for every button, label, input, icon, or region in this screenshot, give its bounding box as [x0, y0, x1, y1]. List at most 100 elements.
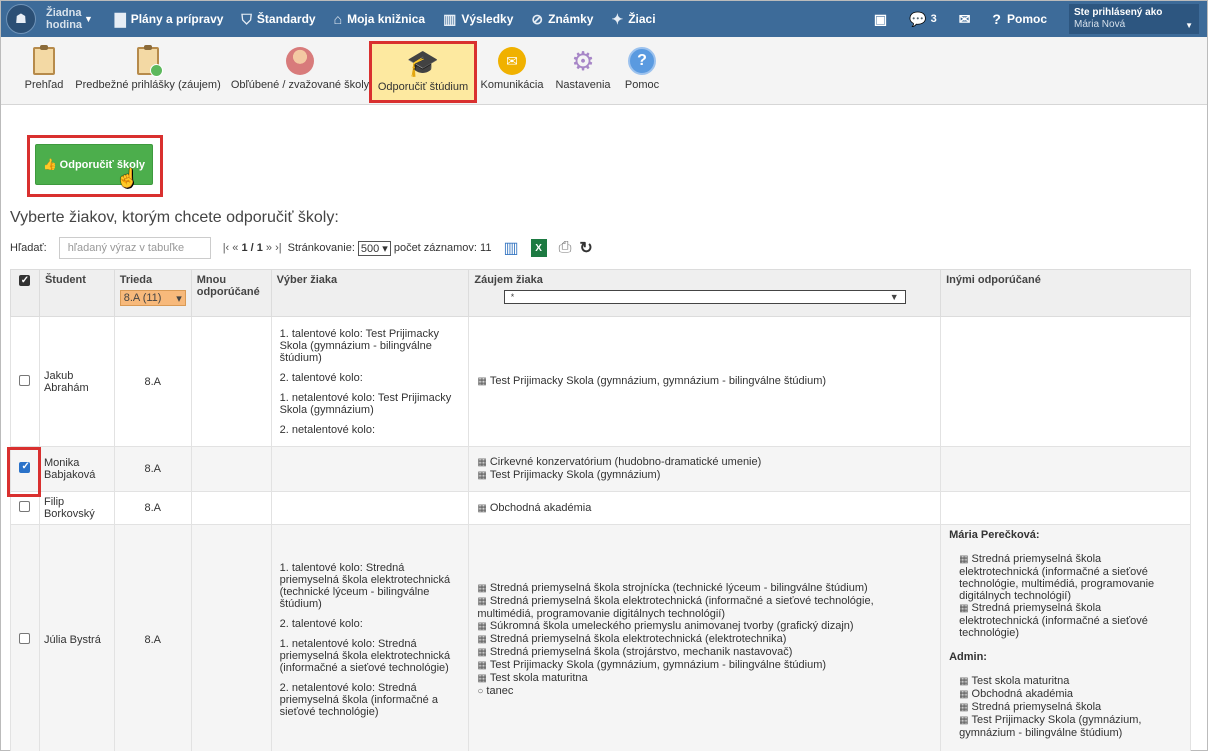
column-student-choice[interactable]: Výber žiaka	[270, 269, 470, 317]
chat-icon: 💬	[909, 10, 927, 27]
row-checkbox[interactable]	[19, 374, 31, 386]
hour-selector[interactable]: Žiadna hodina	[46, 7, 82, 31]
class-filter-select[interactable]: 8.A (11) ▾	[119, 290, 186, 306]
toolbar-label: Komunikácia	[480, 79, 544, 91]
interest-item: ▦ Stredná priemyselná škola strojnícka (t…	[477, 582, 932, 595]
chevron-down-icon: ▼	[1185, 21, 1193, 30]
user-tools: ▣ 💬 3 ✉ ? Pomoc Ste prihlásený ako Mária N…	[874, 1, 1207, 37]
help-circle-icon: ?	[628, 47, 656, 75]
building-icon: ▦	[959, 603, 969, 614]
interest-item: ▦ Test Prijimacky Skola (gymnázium, gymná…	[477, 375, 932, 388]
student-class: 8.A	[113, 524, 192, 751]
column-recommended-by-others[interactable]: Inými odporúčané	[940, 269, 1191, 317]
toolbar-communication[interactable]: ✉ Komunikácia	[479, 37, 545, 105]
choice-round: 1. netalentové kolo: Test Prijimacky Sko…	[279, 391, 452, 416]
school-text: Obchodná akadémia	[971, 688, 1074, 700]
student-interest: ▦ Obchodná akadémia	[468, 491, 942, 525]
app-logo[interactable]: ☗	[6, 4, 36, 34]
student-name[interactable]: Jakub Abrahám	[38, 316, 115, 447]
building-icon: ▦	[477, 583, 487, 594]
search-input[interactable]: hľadaný výraz v tabuľke	[58, 237, 211, 259]
help-label: Pomoc	[1006, 12, 1047, 26]
student-class: 8.A	[113, 446, 192, 492]
search-label: Hľadať:	[10, 242, 47, 254]
pager-prev[interactable]: |‹ «	[223, 242, 242, 254]
toolbar-help[interactable]: ? Pomoc	[621, 37, 663, 105]
print-icon[interactable]: ⎙	[559, 239, 572, 257]
student-interest: ▦ Stredná priemyselná škola strojnícka (t…	[468, 524, 942, 751]
column-recommended-by-me[interactable]: Mnou odporúčané	[190, 269, 272, 317]
page-size-select[interactable]: 500 ▾	[357, 240, 391, 256]
nav-item-4[interactable]: ⊘ Známky	[531, 11, 593, 28]
toolbar-recommend-study[interactable]: 🎓 Odporučiť štúdium	[369, 41, 477, 103]
toolbar-settings[interactable]: ⚙ Nastavenia	[553, 37, 613, 105]
toolbar-label: Odporučiť štúdium	[377, 81, 469, 93]
select-all-cell: ✓	[10, 269, 40, 317]
library-icon: ⌂	[333, 11, 343, 27]
nav-item-label: Známky	[548, 12, 594, 26]
column-student[interactable]: Študent	[38, 269, 115, 317]
nav-item-3[interactable]: ▥ Výsledky	[443, 11, 513, 28]
nav-item-1[interactable]: ⛉ Štandardy	[241, 11, 315, 28]
toolbar-label: Predbežné prihlášky (záujem)	[75, 79, 221, 91]
table-header-row: ✓ Študent Trieda 8.A (11) ▾ Mnou odporúča…	[10, 269, 1191, 317]
column-student-interest[interactable]: Záujem žiaka * ▼	[468, 269, 942, 317]
toolbar-favorite-schools[interactable]: Obľúbené / zvažované školy	[229, 37, 371, 105]
checkbox-highlight	[7, 447, 41, 497]
interest-text: Test skola maturitna	[489, 672, 588, 684]
main-menu: ▇ Plány a prípravy ⛉ Štandardy ⌂ Moja knižnic…	[97, 11, 656, 28]
toolbar-label: Pomoc	[624, 79, 660, 91]
building-icon: ▦	[959, 554, 969, 565]
help-button[interactable]: ? Pomoc	[992, 11, 1047, 27]
interest-item: ▦ Cirkevné konzervatórium (hudobno-dramat…	[477, 456, 932, 469]
column-class[interactable]: Trieda 8.A (11) ▾	[113, 269, 192, 317]
student-name[interactable]: Monika Babjaková	[38, 446, 115, 492]
building-icon: ▦	[477, 634, 487, 645]
grade-icon: ⊘	[531, 10, 544, 27]
choice-round: 2. netalentové kolo: Stredná priemyselná…	[279, 682, 438, 718]
student-name[interactable]: Júlia Bystrá	[38, 524, 115, 751]
column-label: Výber žiaka	[276, 274, 338, 286]
nav-item-5[interactable]: ✦ Žiaci	[611, 11, 655, 28]
hand-cursor-icon: ☝	[116, 168, 139, 188]
messages-button[interactable]: 💬 3	[909, 11, 937, 28]
interest-item: ▦ Obchodná akadémia	[477, 502, 932, 515]
toolbar-overview[interactable]: Prehľad	[19, 37, 69, 105]
recommended-school: ▦ Stredná priemyselná škola	[959, 701, 1182, 714]
column-label: Študent	[44, 274, 86, 286]
nav-item-0[interactable]: ▇ Plány a prípravy	[115, 11, 224, 28]
shield-icon: ⛉	[241, 10, 252, 27]
recommended-by-others	[940, 446, 1191, 492]
recommended-by-me	[190, 491, 272, 525]
graduation-cap-icon: 🎓	[406, 48, 440, 78]
table-row: Jakub Abrahám 8.A 1. talentové kolo: Test …	[10, 316, 1191, 447]
interest-text: Stredná priemyselná škola (strojárstvo, …	[489, 646, 793, 658]
student-choice	[270, 491, 470, 525]
nav-item-2[interactable]: ⌂ Moja knižnica	[334, 11, 426, 28]
excel-icon[interactable]: X	[530, 239, 547, 257]
interest-text: Súkromná škola umeleckého priemyslu anim…	[489, 620, 854, 632]
screen-share-icon[interactable]: ▣	[874, 11, 887, 28]
row-checkbox[interactable]	[19, 501, 31, 512]
user-menu[interactable]: Ste prihlásený ako Mária Nová ▼	[1069, 4, 1199, 34]
question-icon: ?	[992, 11, 1001, 27]
interest-filter-select[interactable]: * ▼	[503, 290, 906, 304]
interest-item: ○ tanec	[477, 685, 932, 698]
recommended-school: ▦ Test Prijimacky Skola (gymnázium, gymná…	[959, 714, 1182, 739]
person-icon	[286, 47, 314, 75]
circle-icon: ○	[477, 686, 484, 697]
building-icon: ▦	[477, 470, 487, 481]
interest-text: Stredná priemyselná škola strojnícka (te…	[489, 582, 868, 594]
toolbar-preliminary-applications[interactable]: Predbežné prihlášky (záujem)	[73, 37, 223, 105]
refresh-icon[interactable]: ↻	[579, 238, 592, 258]
columns-icon[interactable]: ▥	[503, 238, 518, 258]
pager-next[interactable]: » ›|	[263, 242, 282, 254]
student-name[interactable]: Filip Borkovský	[38, 491, 115, 525]
mail-icon[interactable]: ✉	[959, 11, 971, 28]
building-icon: ▦	[477, 621, 487, 632]
caret-down-icon[interactable]: ▼	[84, 14, 93, 24]
row-checkbox[interactable]	[19, 633, 31, 644]
interest-item: ▦ Súkromná škola umeleckého priemyslu ani…	[477, 620, 932, 633]
select-all-checkbox[interactable]: ✓	[19, 275, 31, 286]
chevron-down-icon: ▾	[176, 292, 182, 305]
